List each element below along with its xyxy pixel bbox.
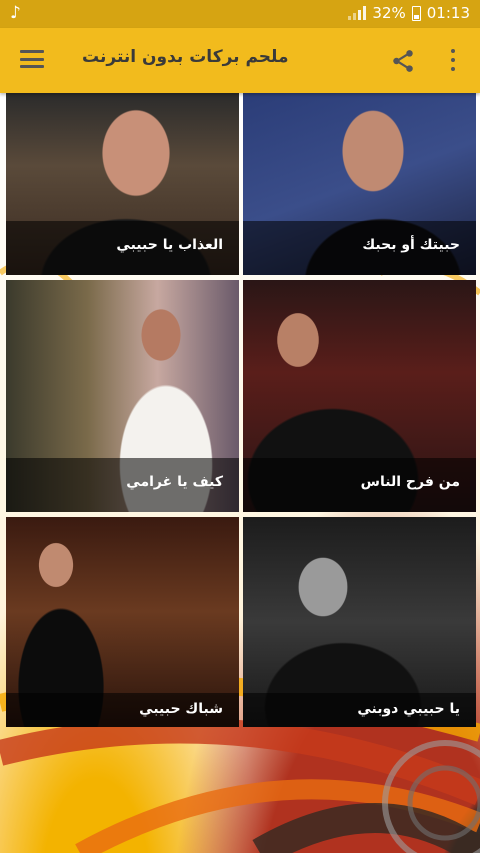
song-card-2[interactable]: حبيتك أو بحبك (243, 93, 476, 275)
song-title: العذاب يا حبيبي (6, 221, 239, 275)
song-card-1[interactable]: العذاب يا حبيبي (6, 93, 239, 275)
music-note-icon: ♪ (10, 3, 21, 23)
song-title: من فرح الناس (243, 458, 476, 512)
song-card-5[interactable]: شباك حبيبي (6, 517, 239, 727)
more-vertical-icon[interactable] (448, 49, 458, 71)
song-title: يا حبيبي دوبني (243, 693, 476, 727)
song-card-4[interactable]: من فرح الناس (243, 280, 476, 512)
signal-icon (348, 6, 367, 20)
song-title: حبيتك أو بحبك (243, 221, 476, 275)
battery-icon (411, 5, 421, 21)
song-title: كيف يا غرامي (6, 458, 239, 512)
battery-level: 32% (372, 4, 406, 22)
song-card-6[interactable]: يا حبيبي دوبني (243, 517, 476, 727)
status-bar: ♪ 32% 01:13 (0, 0, 480, 28)
clock: 01:13 (426, 4, 470, 22)
song-title: شباك حبيبي (6, 693, 239, 727)
hamburger-menu-icon[interactable] (20, 50, 44, 68)
app-title: ملحم بركات بدون انترنت (82, 47, 289, 67)
share-icon[interactable] (390, 48, 416, 74)
song-card-3[interactable]: كيف يا غرامي (6, 280, 239, 512)
app-bar: ملحم بركات بدون انترنت (0, 28, 480, 93)
